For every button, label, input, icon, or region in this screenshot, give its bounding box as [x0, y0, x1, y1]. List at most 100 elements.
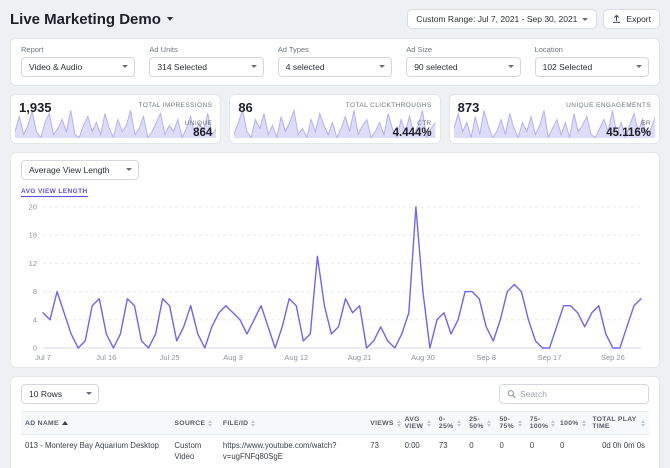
dashboard: Live Marketing Demo Custom Range: Jul 7,… — [0, 0, 670, 468]
search-box[interactable] — [499, 384, 649, 404]
sort-icon — [551, 419, 556, 427]
svg-text:12: 12 — [29, 259, 37, 268]
column-header-75-100[interactable]: 75- 100% — [525, 411, 557, 435]
sort-icon — [208, 419, 213, 427]
report-select[interactable]: Video & Audio — [21, 57, 136, 77]
stat-card-impressions: 1,935 TOTAL IMPRESSIONS UNIQUE 864 — [10, 94, 222, 144]
table-header-row: AD NAME SOURCE FILE/ID VIEWS AVG VIEW 0-… — [21, 411, 649, 435]
svg-text:4: 4 — [33, 315, 37, 324]
header-actions: Custom Range: Jul 7, 2021 - Sep 30, 2021… — [407, 9, 660, 29]
ad-size-select[interactable]: 90 selected — [406, 57, 521, 77]
chevron-down-icon — [379, 65, 386, 68]
chevron-down-icon — [122, 65, 129, 68]
chevron-down-icon — [636, 65, 642, 68]
filter-ad-types: Ad Types 4 selected — [277, 45, 393, 77]
column-header-100[interactable]: 100% — [556, 411, 589, 435]
column-header-25-50[interactable]: 25- 50% — [465, 411, 496, 435]
search-icon — [507, 390, 516, 399]
stat-card-clickthroughs: 86 TOTAL CLICKTHROUGHS CTR 4.444% — [229, 94, 441, 144]
column-header-file-id[interactable]: FILE/ID — [218, 411, 367, 435]
ad-units-select[interactable]: 314 Selected — [149, 57, 264, 77]
stat-primary-label: TOTAL CLICKTHROUGHS — [345, 102, 432, 109]
rows-per-page-select[interactable]: 10 Rows — [21, 384, 99, 404]
column-header-avg-view[interactable]: AVG VIEW — [400, 411, 435, 435]
svg-text:20: 20 — [29, 203, 37, 212]
export-icon — [613, 14, 621, 23]
cell-source: Custom Video — [170, 434, 219, 468]
chevron-down-icon — [166, 17, 173, 21]
sort-icon — [396, 419, 401, 427]
filter-report: Report Video & Audio — [21, 45, 136, 77]
svg-text:Aug 30: Aug 30 — [411, 353, 435, 362]
location-select[interactable]: 102 Selected — [534, 57, 649, 77]
stat-secondary-label: UNIQUE — [184, 120, 213, 127]
filter-label: Ad Units — [149, 45, 178, 54]
dashboard-title-menu[interactable]: Live Marketing Demo — [10, 11, 173, 28]
date-range-label: Custom Range: Jul 7, 2021 - Sep 30, 2021 — [416, 14, 578, 24]
stat-secondary-value: 45.116% — [606, 127, 651, 139]
filter-ad-size: Ad Size 90 selected — [406, 45, 521, 77]
filter-location: Location 102 Selected — [534, 45, 649, 77]
chevron-down-icon — [507, 65, 514, 68]
filter-label: Report — [21, 45, 44, 54]
svg-text:Aug 12: Aug 12 — [284, 353, 308, 362]
svg-text:Jul 25: Jul 25 — [160, 353, 180, 362]
stat-primary-value: 873 — [457, 100, 480, 115]
svg-text:0: 0 — [33, 344, 37, 353]
cell-75-100: 0 — [525, 434, 557, 468]
filter-bar: Report Video & Audio Ad Units 314 Select… — [10, 38, 660, 86]
export-label: Export — [626, 14, 651, 24]
svg-text:Sep 8: Sep 8 — [476, 353, 496, 362]
svg-text:Aug 21: Aug 21 — [348, 353, 372, 362]
chevron-down-icon — [126, 168, 132, 171]
stat-secondary-value: 4.444% — [392, 127, 432, 139]
page-title: Live Marketing Demo — [10, 10, 161, 28]
sort-icon — [487, 419, 492, 427]
ad-types-select[interactable]: 4 selected — [277, 57, 393, 77]
metric-select[interactable]: Average View Length — [21, 160, 139, 180]
column-header-views[interactable]: VIEWS — [366, 411, 401, 435]
cell-total-play-time: 0d 0h 0m 0s — [588, 434, 649, 468]
cell-100: 0 — [556, 434, 589, 468]
filter-label: Location — [534, 45, 563, 54]
svg-text:Aug 3: Aug 3 — [223, 353, 243, 362]
stat-primary-value: 1,935 — [19, 100, 52, 115]
filter-label: Ad Size — [406, 45, 433, 54]
column-header-total-play-time[interactable]: TOTAL PLAY TIME — [588, 411, 649, 435]
svg-text:Sep 26: Sep 26 — [601, 353, 625, 362]
cell-50-75: 0 — [495, 434, 526, 468]
column-header-ad-name[interactable]: AD NAME — [21, 411, 171, 435]
svg-text:Jul 16: Jul 16 — [96, 353, 116, 362]
stat-card-engagements: 873 UNIQUE ENGAGEMENTS ER 45.116% — [448, 94, 660, 144]
svg-text:Jul 7: Jul 7 — [35, 353, 51, 362]
header: Live Marketing Demo Custom Range: Jul 7,… — [10, 9, 660, 29]
sort-icon — [457, 419, 462, 427]
date-range-button[interactable]: Custom Range: Jul 7, 2021 - Sep 30, 2021 — [407, 9, 598, 29]
svg-text:16: 16 — [29, 231, 37, 240]
cell-views: 73 — [366, 434, 401, 468]
chevron-down-icon — [250, 65, 257, 68]
sort-icon — [641, 419, 645, 427]
column-header-source[interactable]: SOURCE — [170, 411, 219, 435]
sort-icon — [517, 419, 522, 427]
sort-icon — [426, 419, 431, 427]
svg-text:Sep 17: Sep 17 — [538, 353, 562, 362]
svg-text:8: 8 — [33, 287, 37, 296]
stat-secondary-label: ER — [641, 120, 651, 127]
legend-avg-view-length[interactable]: AVG VIEW LENGTH — [21, 188, 88, 197]
export-button[interactable]: Export — [603, 9, 660, 29]
cell-25-50: 0 — [465, 434, 496, 468]
search-input[interactable] — [520, 389, 641, 399]
filter-ad-units: Ad Units 314 Selected — [149, 45, 264, 77]
stat-primary-label: TOTAL IMPRESSIONS — [138, 102, 213, 109]
table-row[interactable]: 013 - Monterey Bay Aquarium Desktop Cust… — [21, 434, 649, 468]
stat-primary-label: UNIQUE ENGAGEMENTS — [566, 102, 651, 109]
ads-table: AD NAME SOURCE FILE/ID VIEWS AVG VIEW 0-… — [21, 411, 649, 468]
stat-secondary-label: CTR — [417, 120, 432, 127]
stat-secondary-value: 864 — [193, 127, 213, 139]
sort-ascending-icon — [61, 421, 68, 425]
column-header-50-75[interactable]: 50- 75% — [495, 411, 526, 435]
chevron-down-icon — [86, 392, 92, 395]
table-controls: 10 Rows — [21, 384, 649, 404]
column-header-0-25[interactable]: 0- 25% — [434, 411, 466, 435]
